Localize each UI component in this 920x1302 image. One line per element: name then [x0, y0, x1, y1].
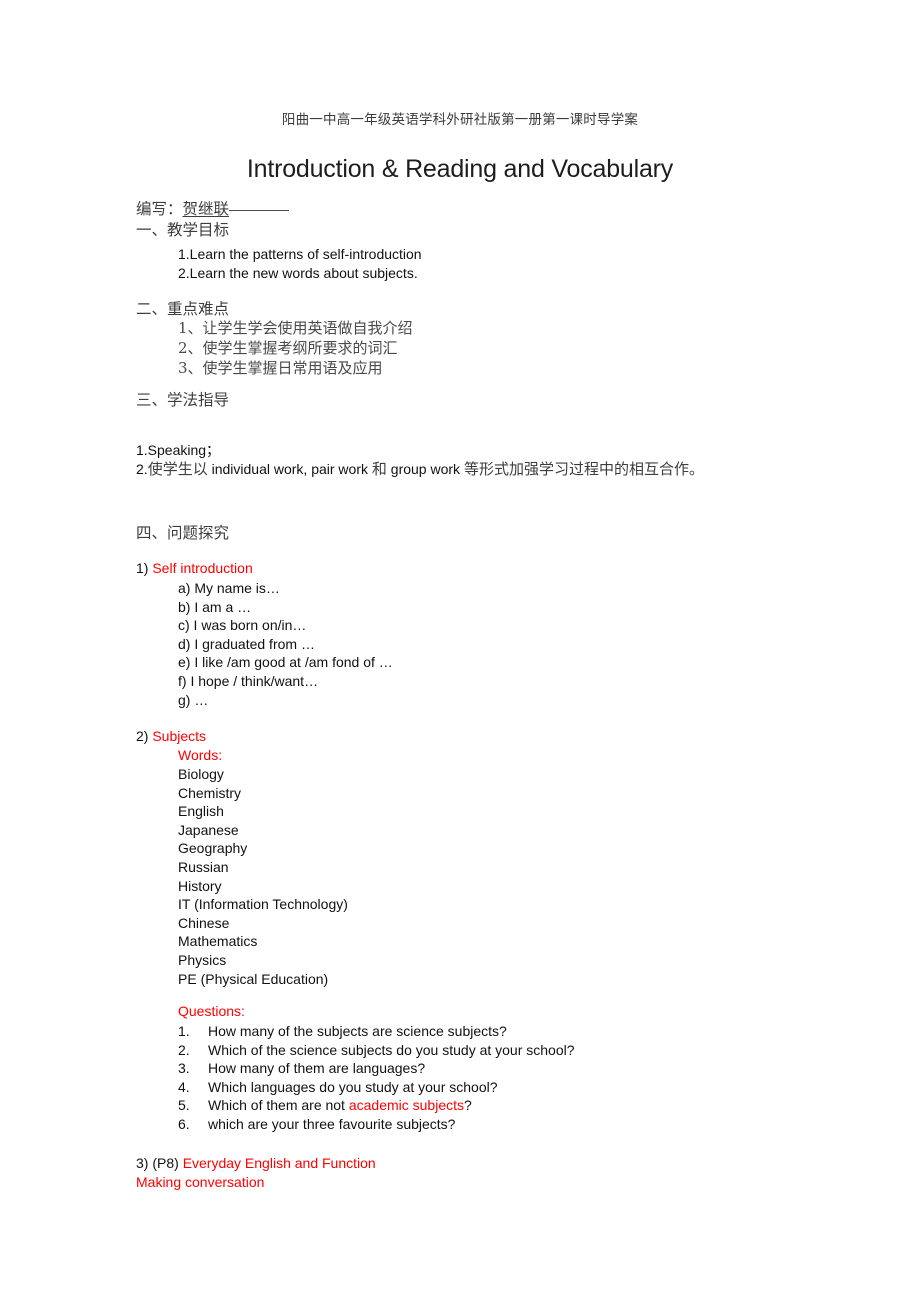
section-three-heading: 三、学法指导 — [136, 391, 230, 409]
list-item: 2.Learn the new words about subjects. — [178, 264, 418, 281]
question-number: 2. — [178, 1041, 190, 1058]
item2-english-2: group work — [386, 461, 464, 477]
part-one-number: 1) — [136, 560, 149, 576]
list-item: 2. Which of the science subjects do you … — [178, 1041, 575, 1060]
questions-list: 1. How many of the subjects are science … — [178, 1022, 575, 1134]
list-item: f) I hope / think/want… — [178, 673, 319, 690]
list-item: 6. which are your three favourite subjec… — [178, 1115, 575, 1134]
list-item: e) I like /am good at /am fond of … — [178, 654, 393, 671]
part-two-title: Subjects — [152, 728, 207, 744]
item2-english-1: individual work, pair work — [207, 461, 372, 477]
list-item: Geography — [178, 840, 248, 857]
document-header-line: 阳曲一中高一年级英语学科外研社版第一册第一课时导学案 — [281, 112, 639, 128]
question-number: 6. — [178, 1116, 190, 1133]
question-number: 1. — [178, 1023, 190, 1039]
part-one-title: Self introduction — [152, 560, 253, 576]
part-three-number: 3) (P8) — [136, 1155, 183, 1171]
list-item: b) I am a … — [178, 598, 252, 615]
question-text: Which of them are not academic subjects? — [208, 1096, 472, 1115]
list-item: 2、使学生掌握考纲所要求的词汇 — [178, 338, 398, 357]
list-item: English — [178, 803, 224, 820]
question-text: Which of the science subjects do you stu… — [208, 1041, 575, 1058]
list-item: IT (Information Technology) — [178, 896, 348, 913]
list-item: 1.Learn the patterns of self-introductio… — [178, 246, 422, 262]
question-text-lead: Which of them are not — [208, 1097, 349, 1114]
list-item: Chinese — [178, 914, 230, 931]
list-item: d) I graduated from … — [178, 635, 315, 652]
document-page: 阳曲一中高一年级英语学科外研社版第一册第一课时导学案 Introduction … — [0, 0, 920, 1302]
list-item: Russian — [178, 859, 229, 876]
section-three-item-1: 1.Speaking； — [136, 442, 221, 458]
list-item: g) … — [178, 691, 209, 708]
list-item: 3. How many of them are languages? — [178, 1059, 575, 1078]
part-two-heading: 2) Subjects — [136, 727, 206, 746]
words-label: Words: — [178, 747, 223, 763]
page-title: Introduction & Reading and Vocabulary — [246, 154, 674, 183]
part-three-subtitle: Making conversation — [136, 1174, 265, 1190]
self-introduction-list: a) My name is… b) I am a … c) I was born… — [178, 579, 393, 709]
item2-chinese-lead: 使学生以 — [147, 460, 208, 478]
question-number: 5. — [178, 1097, 190, 1114]
question-text-tail: ? — [464, 1097, 472, 1114]
part-two-number: 2) — [136, 728, 149, 744]
section-two-list: 1、让学生学会使用英语做自我介绍 2、使学生掌握考纲所要求的词汇 3、使学生掌握… — [178, 319, 413, 378]
part-one-heading: 1) Self introduction — [136, 559, 253, 578]
list-item: 5. Which of them are not academic subjec… — [178, 1096, 575, 1115]
list-item: Chemistry — [178, 784, 242, 801]
question-text: which are your three favourite subjects? — [208, 1116, 456, 1133]
list-item: Mathematics — [178, 933, 258, 950]
list-item: 1. How many of the subjects are science … — [178, 1022, 575, 1041]
question-text: How many of them are languages? — [208, 1060, 426, 1077]
questions-label: Questions: — [178, 1003, 245, 1019]
list-item: PE (Physical Education) — [178, 970, 329, 987]
list-item: History — [178, 877, 222, 894]
section-four-heading: 四、问题探究 — [136, 524, 230, 542]
list-item: 4. Which languages do you study at your … — [178, 1078, 575, 1097]
byline-underline-rule — [229, 210, 290, 211]
list-item: 3、使学生掌握日常用语及应用 — [178, 358, 383, 377]
item2-chinese-conjunction: 和 — [371, 460, 387, 478]
section-two-heading: 二、重点难点 — [136, 300, 230, 318]
question-number: 4. — [178, 1078, 190, 1095]
part-three-heading: 3) (P8) Everyday English and Function — [136, 1154, 376, 1173]
question-number: 3. — [178, 1060, 190, 1077]
list-item: Physics — [178, 952, 227, 969]
list-item: Japanese — [178, 821, 239, 838]
item2-number: 2. — [136, 461, 148, 477]
subjects-word-list: Biology Chemistry English Japanese Geogr… — [178, 765, 348, 988]
item2-chinese-tail: 等形式加强学习过程中的相互合作。 — [463, 460, 704, 478]
byline: 编写：贺继联 — [136, 197, 290, 219]
question-text: How many of the subjects are science sub… — [208, 1023, 507, 1039]
section-one-list: 1.Learn the patterns of self-introductio… — [178, 245, 422, 282]
byline-author-name: 贺继联 — [182, 200, 230, 218]
question-highlight: academic subjects — [348, 1097, 465, 1114]
byline-label: 编写： — [136, 200, 183, 218]
list-item: a) My name is… — [178, 580, 280, 596]
list-item: c) I was born on/in… — [178, 617, 307, 634]
section-three-item-2: 2.使学生以 individual work, pair work 和 grou… — [136, 460, 704, 480]
part-three-title: Everyday English and Function — [182, 1155, 376, 1171]
list-item: Biology — [178, 766, 224, 782]
question-text: Which languages do you study at your sch… — [208, 1078, 498, 1095]
section-one-heading: 一、教学目标 — [136, 221, 230, 239]
list-item: 1、让学生学会使用英语做自我介绍 — [178, 319, 413, 337]
